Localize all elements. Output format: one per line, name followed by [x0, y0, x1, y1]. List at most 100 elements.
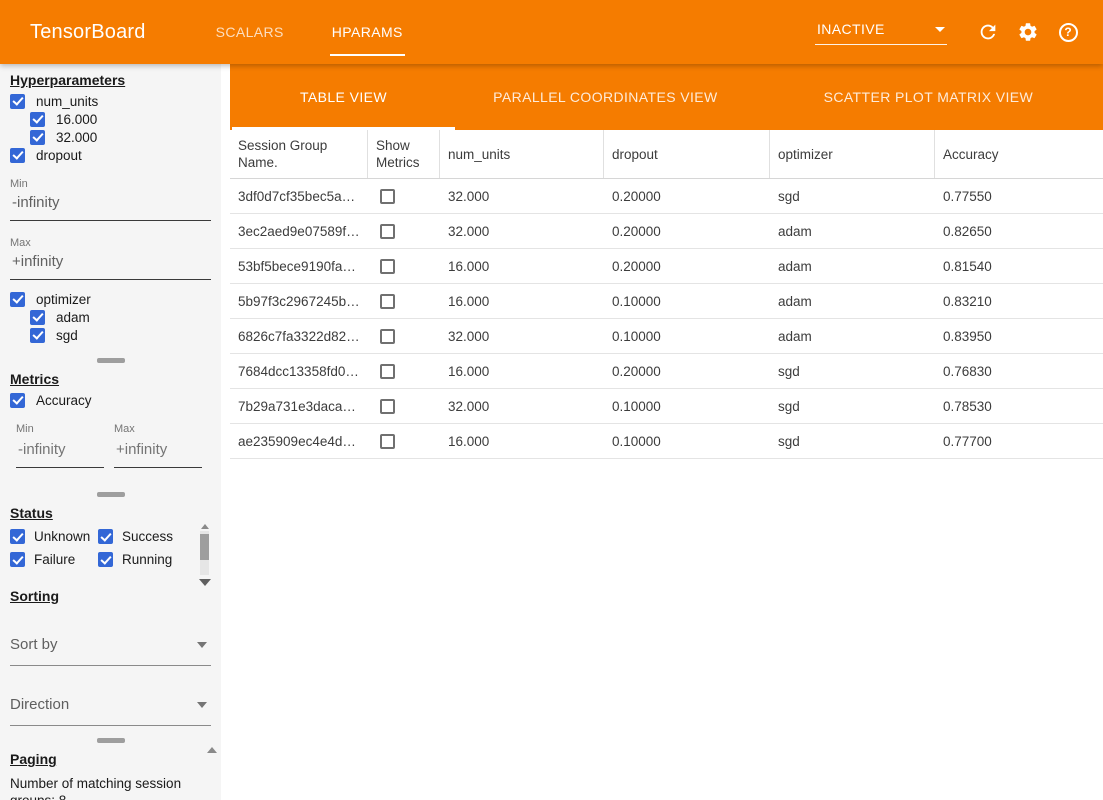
table-row: 3df0d7cf35bec5a… 32.000 0.20000 sgd 0.77…: [230, 179, 1103, 214]
optimizer-value: adam: [770, 319, 935, 353]
status-running-checkbox[interactable]: [98, 552, 113, 567]
num-units-value: 32.000: [440, 179, 604, 213]
chevron-down-icon: [197, 642, 207, 648]
show-metrics-checkbox[interactable]: [380, 294, 395, 309]
metric-max-label: Max: [114, 423, 202, 435]
tab-parallel-coordinates-view[interactable]: PARALLEL COORDINATES VIEW: [457, 64, 754, 130]
num-units-row[interactable]: num_units: [10, 92, 211, 110]
accuracy-value: 0.83210: [935, 284, 1103, 318]
status-unknown-label: Unknown: [34, 529, 90, 544]
dropout-value: 0.10000: [604, 319, 770, 353]
scroll-down-icon[interactable]: [199, 579, 211, 586]
accuracy-checkbox[interactable]: [10, 393, 25, 408]
sidebar: Hyperparameters num_units 16.000 32.000 …: [0, 64, 221, 800]
scrollbar-thumb[interactable]: [200, 534, 209, 560]
status-failure-checkbox[interactable]: [10, 552, 25, 567]
status-success-row[interactable]: Success: [98, 528, 190, 545]
tab-table-view[interactable]: TABLE VIEW: [230, 64, 457, 130]
accuracy-label: Accuracy: [36, 393, 92, 408]
app-header: TensorBoard SCALARS HPARAMS INACTIVE: [0, 0, 1103, 64]
paging-section: Paging Number of matching session groups…: [0, 743, 221, 800]
show-metrics-checkbox[interactable]: [380, 364, 395, 379]
accuracy-row[interactable]: Accuracy: [10, 391, 211, 409]
num-units-32-checkbox[interactable]: [30, 130, 45, 145]
optimizer-adam-checkbox[interactable]: [30, 310, 45, 325]
table-row: 7684dcc13358fd0… 16.000 0.20000 sgd 0.76…: [230, 354, 1103, 389]
dropout-checkbox[interactable]: [10, 148, 25, 163]
scroll-up-icon[interactable]: [207, 747, 217, 753]
show-metrics-checkbox[interactable]: [380, 399, 395, 414]
status-select[interactable]: INACTIVE: [815, 19, 947, 45]
accuracy-value: 0.81540: [935, 249, 1103, 283]
session-group-name: 3ec2aed9e07589f…: [230, 214, 368, 248]
metrics-section: Metrics Accuracy Min Max: [0, 363, 221, 468]
show-metrics-checkbox[interactable]: [380, 329, 395, 344]
metric-max-input[interactable]: [114, 437, 202, 468]
num-units-32-label: 32.000: [56, 130, 97, 145]
tab-scalars[interactable]: SCALARS: [192, 0, 308, 64]
view-tabs: TABLE VIEW PARALLEL COORDINATES VIEW SCA…: [230, 64, 1103, 130]
optimizer-value: adam: [770, 284, 935, 318]
scrollbar-track[interactable]: [200, 531, 209, 575]
refresh-button[interactable]: [975, 19, 1001, 45]
status-scrollbar[interactable]: [198, 524, 211, 586]
optimizer-checkbox[interactable]: [10, 292, 25, 307]
hyperparameters-heading: Hyperparameters: [10, 64, 211, 88]
status-running-label: Running: [122, 552, 172, 567]
show-metrics-cell: [368, 179, 440, 213]
dropout-value: 0.10000: [604, 424, 770, 458]
table-row: ae235909ec4e4d… 16.000 0.10000 sgd 0.777…: [230, 424, 1103, 459]
num-units-16-row[interactable]: 16.000: [30, 110, 211, 128]
optimizer-value: adam: [770, 214, 935, 248]
session-groups-table: Session Group Name. Show Metrics num_uni…: [230, 130, 1103, 800]
show-metrics-checkbox[interactable]: [380, 259, 395, 274]
column-header-show-metrics: Show Metrics: [368, 130, 440, 178]
nav-tabs: SCALARS HPARAMS: [192, 0, 427, 64]
optimizer-row[interactable]: optimizer: [10, 290, 211, 308]
show-metrics-cell: [368, 354, 440, 388]
dropout-value: 0.10000: [604, 284, 770, 318]
status-failure-row[interactable]: Failure: [10, 551, 98, 568]
hyperparameters-section: Hyperparameters num_units 16.000 32.000 …: [0, 64, 221, 344]
status-unknown-checkbox[interactable]: [10, 529, 25, 544]
show-metrics-checkbox[interactable]: [380, 224, 395, 239]
status-running-row[interactable]: Running: [98, 551, 190, 568]
session-group-name: 5b97f3c2967245b…: [230, 284, 368, 318]
dropout-row[interactable]: dropout: [10, 146, 211, 164]
num-units-32-row[interactable]: 32.000: [30, 128, 211, 146]
table-row: 7b29a731e3daca… 32.000 0.10000 sgd 0.785…: [230, 389, 1103, 424]
optimizer-sgd-checkbox[interactable]: [30, 328, 45, 343]
optimizer-sgd-row[interactable]: sgd: [30, 326, 211, 344]
status-unknown-row[interactable]: Unknown: [10, 528, 98, 545]
app-title: TensorBoard: [30, 21, 146, 44]
show-metrics-checkbox[interactable]: [380, 434, 395, 449]
header-actions: INACTIVE: [815, 19, 1103, 45]
metric-min-input[interactable]: [16, 437, 104, 468]
num-units-value: 16.000: [440, 249, 604, 283]
sort-by-select[interactable]: Sort by: [10, 630, 211, 666]
accuracy-value: 0.82650: [935, 214, 1103, 248]
num-units-value: 32.000: [440, 319, 604, 353]
tab-hparams[interactable]: HPARAMS: [308, 0, 427, 64]
optimizer-adam-row[interactable]: adam: [30, 308, 211, 326]
status-success-label: Success: [122, 529, 173, 544]
help-button[interactable]: [1055, 19, 1081, 45]
dropout-min-input[interactable]: [10, 190, 211, 221]
table-row: 53bf5bece9190fa… 16.000 0.20000 adam 0.8…: [230, 249, 1103, 284]
num-units-value: 16.000: [440, 354, 604, 388]
matching-groups-text: Number of matching session groups: 8: [10, 775, 195, 800]
dropout-max-input[interactable]: [10, 249, 211, 280]
show-metrics-checkbox[interactable]: [380, 189, 395, 204]
optimizer-label: optimizer: [36, 292, 91, 307]
num-units-checkbox[interactable]: [10, 94, 25, 109]
dropout-label: dropout: [36, 148, 82, 163]
num-units-16-checkbox[interactable]: [30, 112, 45, 127]
tab-scatter-plot-matrix-view[interactable]: SCATTER PLOT MATRIX VIEW: [754, 64, 1103, 130]
num-units-value: 16.000: [440, 284, 604, 318]
direction-select[interactable]: Direction: [10, 690, 211, 726]
sorting-section: Sorting Sort by Direction: [0, 580, 221, 726]
scroll-up-icon[interactable]: [201, 524, 209, 529]
settings-button[interactable]: [1015, 19, 1041, 45]
session-group-name: 3df0d7cf35bec5a…: [230, 179, 368, 213]
status-success-checkbox[interactable]: [98, 529, 113, 544]
